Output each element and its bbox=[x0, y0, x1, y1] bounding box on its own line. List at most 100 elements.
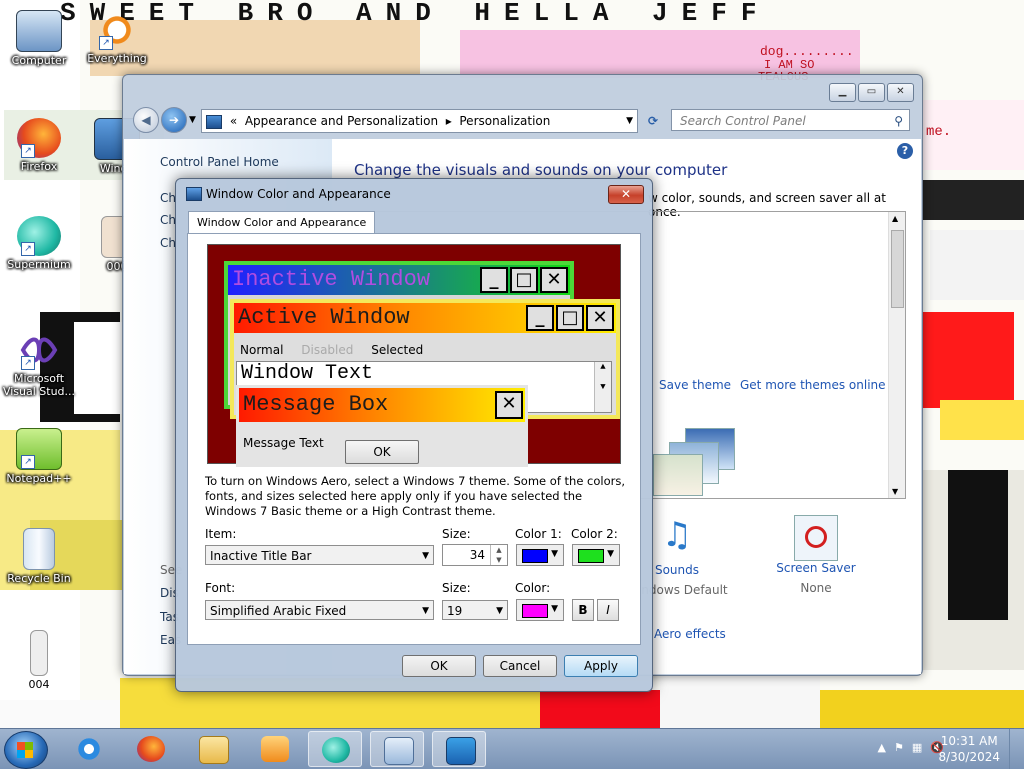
image-file-icon bbox=[30, 630, 48, 676]
refresh-icon[interactable]: ⟳ bbox=[643, 111, 663, 131]
scroll-thumb[interactable] bbox=[891, 230, 904, 308]
scroll-up-icon[interactable]: ▲ bbox=[892, 214, 898, 223]
color2-picker[interactable]: ▼ bbox=[572, 544, 620, 566]
theme-thumbnail[interactable] bbox=[653, 454, 703, 496]
bold-toggle[interactable]: B bbox=[572, 599, 594, 621]
desktop-icon-004[interactable]: 004 bbox=[0, 630, 78, 691]
system-clock[interactable]: 10:31 AM 8/30/2024 bbox=[938, 733, 1000, 765]
maximize-button[interactable]: ▭ bbox=[858, 83, 885, 102]
taskbar-explorer[interactable] bbox=[186, 731, 240, 767]
forward-button[interactable]: ➔ bbox=[161, 107, 187, 133]
screen-saver-value: None bbox=[800, 581, 832, 595]
desktop-icon-label: Microsoft Visual Stud... bbox=[2, 372, 76, 398]
desktop-icon-label: 004 bbox=[28, 678, 50, 691]
breadcrumb-arrow-icon[interactable]: ▸ bbox=[446, 114, 452, 128]
taskbar-firefox[interactable] bbox=[124, 731, 178, 767]
desktop-icon-visual-studio[interactable]: ↗ Microsoft Visual Stud... bbox=[0, 330, 78, 398]
font-color-picker[interactable]: ▼ bbox=[516, 599, 564, 621]
appearance-preview[interactable]: Inactive Window _ □ ✕ Active Window _ □ … bbox=[207, 244, 621, 467]
italic-toggle[interactable]: I bbox=[597, 599, 619, 621]
desktop-icon-label: Recycle Bin bbox=[7, 572, 71, 585]
item-dropdown[interactable]: Inactive Title Bar ▼ bbox=[205, 545, 434, 565]
font-dropdown[interactable]: Simplified Arabic Fixed ▼ bbox=[205, 600, 434, 620]
firefox-icon: ↗ bbox=[17, 118, 61, 158]
network-icon[interactable]: ▦ bbox=[912, 741, 922, 754]
taskbar-internet-explorer[interactable] bbox=[62, 731, 116, 767]
size-label: Size: bbox=[442, 527, 471, 541]
breadcrumb-personalization[interactable]: Personalization bbox=[459, 114, 550, 128]
screen-saver-icon bbox=[794, 515, 838, 561]
action-center-flag-icon[interactable]: ⚑ bbox=[894, 741, 904, 754]
search-input[interactable]: Search Control Panel ⚲ bbox=[671, 109, 910, 131]
taskbar-personalization[interactable] bbox=[432, 731, 486, 767]
desktop-icon-firefox[interactable]: ↗ Firefox bbox=[0, 118, 78, 173]
start-button[interactable] bbox=[4, 731, 48, 769]
close-button[interactable]: ✕ bbox=[887, 83, 914, 102]
desktop-icon-recycle-bin[interactable]: Recycle Bin bbox=[0, 528, 78, 585]
breadcrumb-appearance[interactable]: Appearance and Personalization bbox=[245, 114, 438, 128]
show-hidden-icons-icon[interactable]: ▲ bbox=[878, 741, 886, 754]
sidebar-link[interactable]: Ch bbox=[160, 236, 176, 250]
save-theme-link[interactable]: Save theme bbox=[659, 378, 731, 392]
minimize-button[interactable]: ▁ bbox=[829, 83, 856, 102]
sidebar-link[interactable]: Ch bbox=[160, 191, 176, 205]
desktop-icon-computer[interactable]: Computer bbox=[0, 10, 78, 67]
control-panel-icon bbox=[384, 737, 414, 765]
search-icon[interactable]: ⚲ bbox=[894, 110, 903, 132]
screen-saver-label[interactable]: Screen Saver bbox=[761, 561, 871, 575]
apply-button[interactable]: Apply bbox=[564, 655, 638, 677]
desktop-icon-label: Notepad++ bbox=[6, 472, 72, 485]
scroll-down-icon[interactable]: ▼ bbox=[892, 487, 898, 496]
color1-picker[interactable]: ▼ bbox=[516, 544, 564, 566]
cancel-button[interactable]: Cancel bbox=[483, 655, 557, 677]
screen-saver-setting[interactable]: Screen Saver None bbox=[761, 515, 871, 595]
address-dropdown-icon[interactable]: ▼ bbox=[626, 110, 633, 132]
desktop-icon-notepad-plus-plus[interactable]: ↗ Notepad++ bbox=[0, 428, 78, 485]
chevron-down-icon: ▼ bbox=[551, 604, 558, 614]
wallpaper-scrawl-1: dog......... bbox=[760, 44, 854, 59]
visual-studio-icon: ↗ bbox=[17, 330, 61, 370]
sounds-icon: ♫ bbox=[661, 515, 693, 555]
show-desktop-button[interactable] bbox=[1009, 729, 1024, 769]
help-icon[interactable]: ? bbox=[897, 143, 913, 159]
taskbar-supermium[interactable] bbox=[308, 731, 362, 767]
preview-message-text: Message Text bbox=[243, 436, 324, 450]
desktop-icon-label: Supermium bbox=[7, 258, 71, 271]
control-panel-home-link[interactable]: Control Panel Home bbox=[160, 155, 279, 169]
desktop-icon-supermium[interactable]: ↗ Supermium bbox=[0, 216, 78, 271]
font-size-label: Size: bbox=[442, 581, 471, 595]
get-more-themes-link[interactable]: Get more themes online bbox=[740, 378, 886, 392]
back-button[interactable]: ◀ bbox=[133, 107, 159, 133]
color2-label: Color 2: bbox=[571, 527, 618, 541]
ok-button[interactable]: OK bbox=[402, 655, 476, 677]
item-size-spinner[interactable]: 34 ▲ ▼ bbox=[442, 544, 508, 566]
taskbar: ▲ ⚑ ▦ 🔇 10:31 AM 8/30/2024 bbox=[0, 728, 1024, 769]
taskbar-media-player[interactable] bbox=[248, 731, 302, 767]
item-dropdown-value: Inactive Title Bar bbox=[210, 549, 312, 563]
font-size-dropdown[interactable]: 19 ▼ bbox=[442, 600, 508, 620]
recent-pages-dropdown-icon[interactable]: ▼ bbox=[189, 115, 196, 125]
address-bar-row: ◀ ➔ ▼ « Appearance and Personalization ▸… bbox=[131, 105, 914, 135]
font-color-label: Color: bbox=[515, 581, 551, 595]
preview-message-box[interactable]: Message Box ✕ Message Text OK bbox=[236, 385, 528, 467]
themes-scrollbar[interactable]: ▲ ▼ bbox=[888, 212, 905, 498]
preview-menu-disabled: Disabled bbox=[301, 343, 354, 357]
address-bar[interactable]: « Appearance and Personalization ▸ Perso… bbox=[201, 109, 638, 133]
supermium-icon bbox=[322, 737, 350, 763]
address-overflow[interactable]: « bbox=[230, 114, 237, 128]
spinner-arrows-icon[interactable]: ▲ ▼ bbox=[490, 545, 507, 565]
taskbar-control-panel[interactable] bbox=[370, 731, 424, 767]
chevron-down-icon: ▼ bbox=[422, 551, 429, 561]
recycle-bin-icon bbox=[23, 528, 55, 570]
aero-effects-link[interactable]: Aero effects bbox=[654, 627, 726, 641]
sidebar-link[interactable]: Ch bbox=[160, 213, 176, 227]
windows-logo-icon bbox=[17, 742, 33, 758]
desktop-icon-everything[interactable]: ↗ Everything bbox=[78, 10, 156, 65]
close-icon: ✕ bbox=[495, 391, 523, 419]
font-size-value: 19 bbox=[447, 604, 463, 618]
page-title: Change the visuals and sounds on your co… bbox=[354, 161, 728, 179]
tab-window-color[interactable]: Window Color and Appearance bbox=[188, 211, 376, 233]
preview-inactive-buttons: _ □ ✕ bbox=[480, 267, 568, 293]
notepad-plus-plus-icon: ↗ bbox=[16, 428, 62, 470]
dialog-close-button[interactable]: ✕ bbox=[608, 185, 644, 204]
